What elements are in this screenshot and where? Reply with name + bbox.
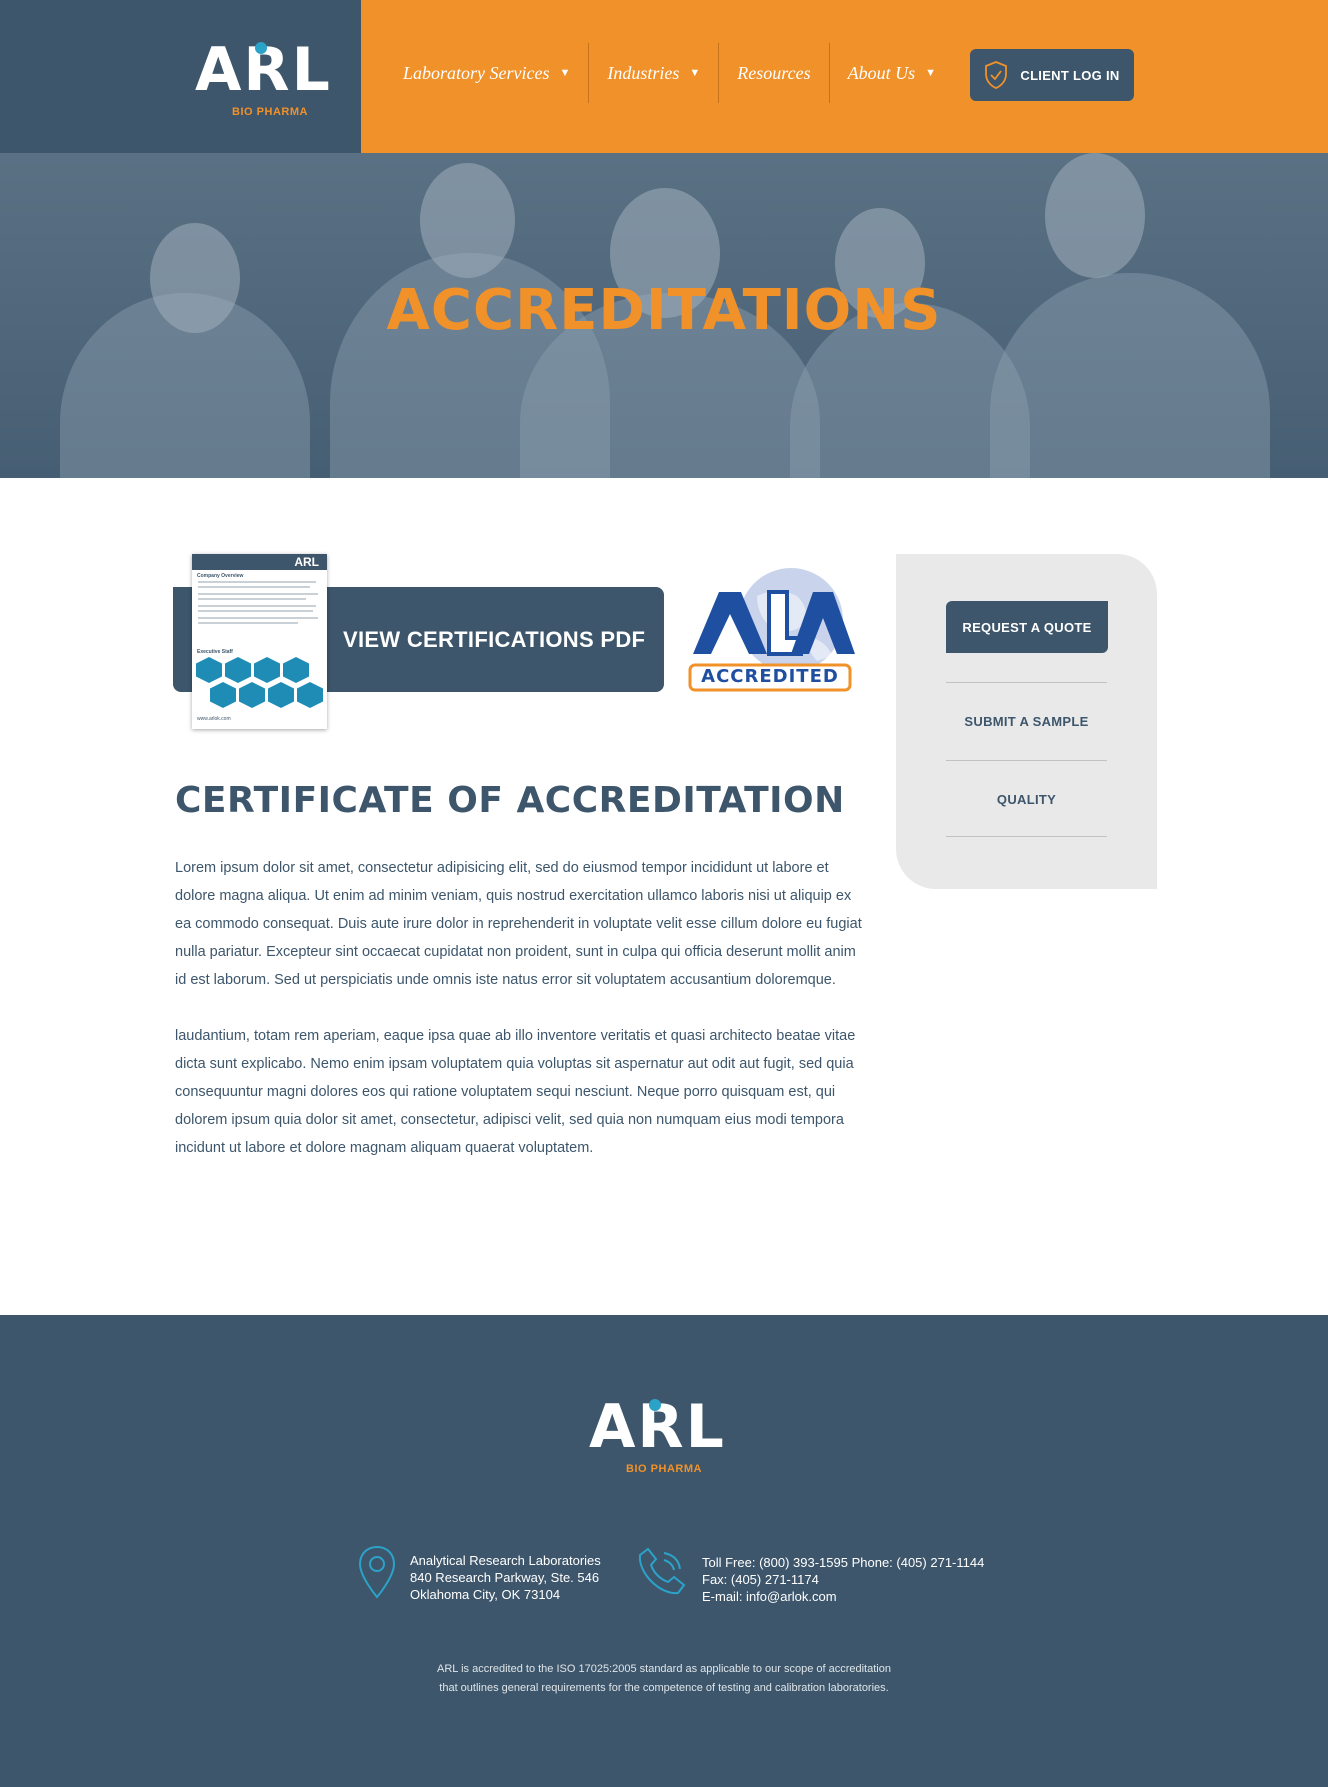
body-paragraph-1: Lorem ipsum dolor sit amet, consectetur …	[175, 860, 862, 988]
email-link[interactable]: E-mail: info@arlok.com	[702, 1588, 984, 1605]
nav-item-label: Laboratory Services	[403, 62, 550, 83]
pdf-thumbnail-hexagon	[196, 657, 222, 683]
site-header: ARL BIO PHARMA Laboratory Services ▼ Ind…	[0, 0, 1328, 153]
site-footer: ARL BIO PHARMA Analytical Research Labor…	[0, 1315, 1328, 1787]
pdf-thumbnail-hexagon	[239, 682, 265, 708]
shield-check-icon	[985, 61, 1008, 89]
hero-banner: ACCREDITATIONS	[0, 153, 1328, 478]
footer-note-line: ARL is accredited to the ISO 17025:2005 …	[437, 1663, 891, 1675]
chevron-down-icon: ▼	[925, 67, 936, 79]
pdf-thumbnail-staff-heading: Executive Staff	[197, 649, 233, 655]
accredited-text: ACCREDITED	[701, 666, 839, 687]
address-city: Oklahoma City, OK 73104	[410, 1587, 561, 1602]
address-street: 840 Research Parkway, Ste. 546	[410, 1570, 600, 1585]
footer-accreditation-note: ARL is accredited to the ISO 17025:2005 …	[0, 1660, 1328, 1698]
pdf-thumbnail-hexagon	[254, 657, 280, 683]
phone-line: Toll Free: (800) 393-1595 Phone: (405) 2…	[702, 1555, 985, 1570]
logo-dot-icon	[649, 1399, 661, 1411]
view-certifications-pdf-label: VIEW CERTIFICATIONS PDF	[343, 626, 646, 652]
request-a-quote-button[interactable]: REQUEST A QUOTE	[946, 601, 1108, 653]
logo-subtitle: BIO PHARMA	[626, 1463, 702, 1475]
hero-photo-figure	[420, 163, 515, 278]
page-title: ACCREDITATIONS	[386, 278, 942, 343]
pdf-thumbnail-hexagon	[283, 657, 309, 683]
logo-dot-icon	[255, 42, 267, 54]
hero-photo-figure	[1045, 153, 1145, 278]
nav-item-about-us[interactable]: About Us ▼	[830, 43, 954, 103]
nav-item-label: Resources	[737, 62, 811, 83]
sidebar-divider	[946, 836, 1107, 837]
pdf-thumbnail-hexagon	[225, 657, 251, 683]
pdf-thumbnail[interactable]: ARL Company Overview Executive Staff www…	[192, 554, 327, 729]
pdf-thumbnail-text-line	[198, 622, 298, 624]
footer-logo[interactable]: ARL BIO PHARMA	[589, 1395, 739, 1475]
pdf-thumbnail-hexagon	[268, 682, 294, 708]
nav-item-label: About Us	[847, 62, 916, 83]
sidebar: REQUEST A QUOTE SUBMIT A SAMPLE QUALITY	[896, 554, 1157, 889]
fax-line: Fax: (405) 271-1174	[702, 1572, 819, 1587]
chevron-down-icon: ▼	[689, 67, 701, 79]
a2la-accredited-badge: ACCREDITED	[687, 566, 855, 692]
pdf-thumbnail-hexagon	[297, 682, 323, 708]
pdf-thumbnail-text-line	[198, 605, 316, 607]
pdf-thumbnail-logo: ARL	[294, 555, 319, 569]
sidebar-link-submit-a-sample[interactable]: SUBMIT A SAMPLE	[946, 683, 1107, 759]
pdf-thumbnail-text-line	[198, 598, 306, 600]
pdf-thumbnail-url: www.arlok.com	[197, 716, 231, 722]
address-company: Analytical Research Laboratories	[410, 1553, 601, 1568]
sidebar-link-quality[interactable]: QUALITY	[946, 761, 1107, 837]
nav-item-label: Industries	[607, 62, 680, 83]
logo[interactable]: ARL BIO PHARMA	[195, 38, 345, 118]
pdf-thumbnail-text-line	[198, 610, 313, 612]
chevron-down-icon: ▼	[559, 67, 571, 79]
body-paragraph-2: laudantium, totam rem aperiam, eaque ips…	[175, 1028, 856, 1156]
pdf-thumbnail-hexagon	[210, 682, 236, 708]
map-pin-icon	[358, 1545, 396, 1599]
client-login-label: CLIENT LOG IN	[1020, 67, 1120, 83]
nav-item-resources[interactable]: Resources	[719, 43, 830, 103]
pdf-thumbnail-heading: Company Overview	[197, 573, 244, 579]
nav-item-laboratory-services[interactable]: Laboratory Services ▼	[385, 43, 590, 103]
pdf-thumbnail-text-line	[198, 581, 316, 583]
logo-subtitle: BIO PHARMA	[232, 106, 308, 118]
certificate-heading: CERTIFICATE OF ACCREDITATION	[175, 780, 845, 821]
pdf-thumbnail-text-line	[198, 586, 310, 588]
main-nav: Laboratory Services ▼ Industries ▼ Resou…	[385, 43, 954, 103]
footer-note-line: that outlines general requirements for t…	[439, 1682, 889, 1694]
phone-icon	[638, 1547, 686, 1595]
nav-item-industries[interactable]: Industries ▼	[589, 43, 720, 103]
footer-address: Analytical Research Laboratories 840 Res…	[410, 1552, 601, 1603]
pdf-thumbnail-text-line	[198, 593, 318, 595]
client-login-button[interactable]: CLIENT LOG IN	[970, 49, 1134, 101]
footer-phone: Toll Free: (800) 393-1595 Phone: (405) 2…	[702, 1554, 984, 1605]
logo-panel: ARL BIO PHARMA	[0, 0, 361, 153]
pdf-thumbnail-text-line	[198, 617, 318, 619]
